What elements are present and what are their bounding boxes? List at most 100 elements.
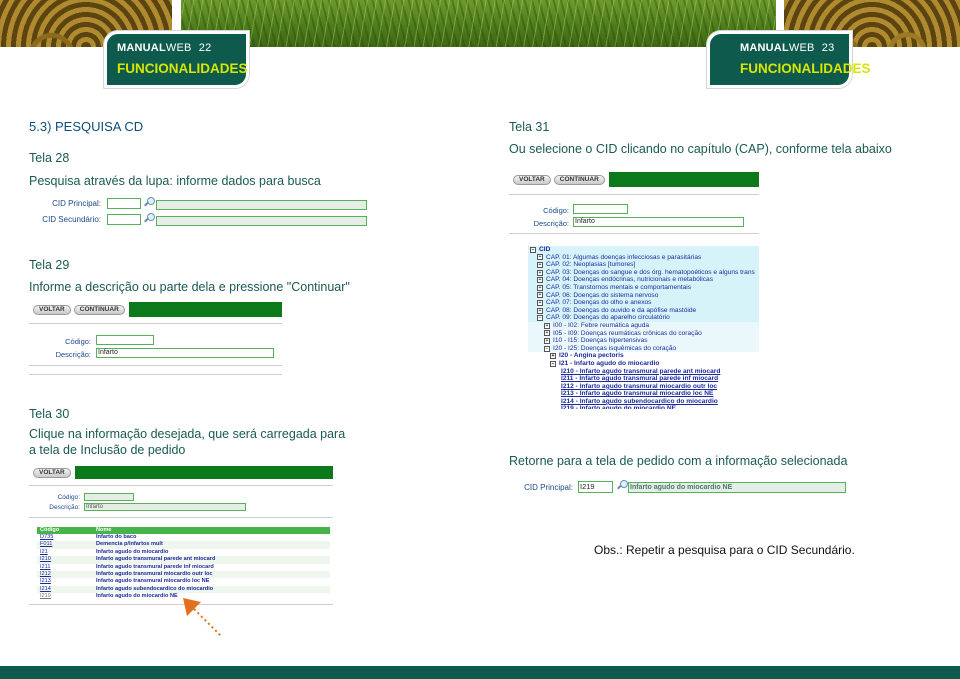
row-code[interactable]: I214 bbox=[37, 586, 96, 593]
expand-icon[interactable]: + bbox=[537, 261, 543, 268]
search-lupa-icon[interactable] bbox=[143, 213, 155, 225]
tree-node-label[interactable]: I00 - I02: Febre reumática aguda bbox=[553, 322, 649, 330]
tree-node-label[interactable]: CID bbox=[539, 246, 550, 254]
tree-node-label[interactable]: I213 - Infarto agudo transmural miocardi… bbox=[561, 390, 713, 398]
expand-icon[interactable]: + bbox=[537, 307, 543, 314]
voltar-button[interactable]: VOLTAR bbox=[513, 175, 551, 185]
expand-icon[interactable]: + bbox=[537, 292, 543, 299]
expand-icon[interactable]: + bbox=[537, 299, 543, 306]
tree-node-label[interactable]: CAP. 06: Doenças do sistema nervoso bbox=[546, 292, 658, 300]
search-lupa-icon[interactable] bbox=[143, 197, 155, 209]
tree-node-label[interactable]: I211 - Infarto agudo transmural parede i… bbox=[561, 375, 718, 383]
tree-node[interactable]: I219 - Infarto agudo do miocardio NE bbox=[528, 405, 759, 409]
tree-node[interactable]: − CID bbox=[528, 246, 759, 254]
tree-node[interactable]: + I20 - Angina pectoris bbox=[528, 352, 759, 360]
row-name[interactable]: Infarto agudo transmural parede ant mioc… bbox=[96, 556, 330, 563]
tree-node-label[interactable]: CAP. 03: Doenças do sangue e dos órg. he… bbox=[546, 269, 755, 277]
tree-node-label[interactable]: I21 - Infarto agudo do miocardio bbox=[559, 360, 659, 368]
tree-node-label[interactable]: CAP. 04: Doenças endócrinas, nutricionai… bbox=[546, 276, 713, 284]
collapse-icon[interactable]: − bbox=[544, 345, 550, 352]
tree-node[interactable]: − CAP. 09: Doenças do aparelho circulatór… bbox=[528, 314, 759, 322]
tree-node[interactable]: I214 - Infarto agudo subendocardico do m… bbox=[528, 397, 759, 406]
row-name[interactable]: Infarto agudo do miocardio bbox=[96, 549, 330, 556]
collapse-icon[interactable]: − bbox=[537, 315, 543, 322]
row-code[interactable]: I210 bbox=[37, 556, 96, 563]
expand-icon[interactable]: + bbox=[537, 254, 543, 261]
tree-node[interactable]: + I00 - I02: Febre reumática aguda bbox=[528, 321, 759, 330]
row-name[interactable]: Infarto do baco bbox=[96, 534, 330, 541]
tree-node-label[interactable]: CAP. 09: Doenças do aparelho circulatóri… bbox=[546, 314, 670, 322]
tree-node[interactable]: I210 - Infarto agudo transmural parede a… bbox=[528, 367, 759, 376]
expand-icon[interactable]: + bbox=[544, 337, 550, 344]
tree-node[interactable]: + CAP. 03: Doenças do sangue e dos órg. h… bbox=[528, 269, 759, 277]
voltar-button[interactable]: VOLTAR bbox=[33, 468, 71, 478]
descricao-input[interactable] bbox=[84, 503, 246, 511]
expand-icon[interactable]: + bbox=[537, 269, 543, 276]
row-code[interactable]: I21 bbox=[37, 549, 96, 556]
table-row[interactable]: I214 Infarto agudo subendocardico do mioc… bbox=[37, 585, 330, 594]
descricao-input[interactable] bbox=[96, 348, 274, 358]
expand-icon[interactable]: + bbox=[544, 330, 550, 337]
codigo-input[interactable] bbox=[573, 204, 628, 214]
tree-node-label[interactable]: CAP. 07: Doenças do olho e anexos bbox=[546, 299, 651, 307]
tree-node[interactable]: + I05 - I09: Doenças reumáticas crônicas … bbox=[528, 329, 759, 338]
cid-principal-desc-input[interactable] bbox=[156, 200, 367, 210]
collapse-icon[interactable]: − bbox=[550, 360, 556, 367]
tree-node[interactable]: + CAP. 05: Transtornos mentais e comporta… bbox=[528, 284, 759, 292]
row-code[interactable]: I219 bbox=[37, 593, 96, 600]
cid-principal-code-input[interactable] bbox=[107, 198, 141, 209]
tree-node[interactable]: + CAP. 06: Doenças do sistema nervoso bbox=[528, 292, 759, 300]
tree-node[interactable]: I212 - Infarto agudo transmural miocardi… bbox=[528, 382, 759, 391]
voltar-button[interactable]: VOLTAR bbox=[33, 305, 71, 315]
search-lupa-icon[interactable] bbox=[616, 480, 628, 492]
tree-node-label[interactable]: I20 - Angina pectoris bbox=[559, 352, 624, 360]
table-row[interactable]: I212 Infarto agudo transmural miocardio o… bbox=[37, 570, 330, 579]
tree-node-label[interactable]: I212 - Infarto agudo transmural miocardi… bbox=[561, 383, 717, 391]
cid-secundario-desc-input[interactable] bbox=[156, 216, 367, 226]
tree-node[interactable]: + CAP. 01: Algumas doenças infecciosas e … bbox=[528, 254, 759, 262]
tree-node-label[interactable]: CAP. 08: Doenças do ouvido e da apófise … bbox=[546, 307, 696, 315]
continuar-button[interactable]: CONTINUAR bbox=[553, 175, 605, 185]
tree-node[interactable]: + CAP. 02: Neoplasias [tumores] bbox=[528, 261, 759, 269]
tree-node[interactable]: + CAP. 08: Doenças do ouvido e da apófise… bbox=[528, 307, 759, 315]
table-row[interactable]: I213 Infarto agudo transmural miocardio l… bbox=[37, 578, 330, 585]
tree-node-label[interactable]: I05 - I09: Doenças reumáticas crônicas d… bbox=[553, 330, 702, 338]
collapse-icon[interactable]: − bbox=[530, 246, 536, 253]
continuar-button[interactable]: CONTINUAR bbox=[73, 305, 125, 315]
tree-node-label[interactable]: I10 - I15: Doenças hipertensivas bbox=[553, 337, 648, 345]
row-code[interactable]: I212 bbox=[37, 571, 96, 578]
row-name[interactable]: Infarto agudo transmural miocardio outr … bbox=[96, 571, 330, 578]
expand-icon[interactable]: + bbox=[537, 277, 543, 284]
tree-node-label[interactable]: I214 - Infarto agudo subendocardico do m… bbox=[561, 398, 718, 406]
table-row[interactable]: D735 Infarto do baco bbox=[37, 534, 330, 541]
tree-node-label[interactable]: CAP. 02: Neoplasias [tumores] bbox=[546, 261, 635, 269]
tree-node-label[interactable]: I219 - Infarto agudo do miocardio NE bbox=[561, 405, 676, 409]
tree-node-label[interactable]: I20 - I25: Doenças isquêmicas do coração bbox=[553, 345, 676, 353]
cid-tree[interactable]: − CID + CAP. 01: Algumas doenças infecciosa… bbox=[528, 246, 759, 409]
tree-node[interactable]: + I10 - I15: Doenças hipertensivas bbox=[528, 337, 759, 345]
tree-node[interactable]: + CAP. 04: Doenças endócrinas, nutriciona… bbox=[528, 276, 759, 284]
table-row[interactable]: F011 Demencia p/infartos mult bbox=[37, 541, 330, 549]
expand-icon[interactable]: + bbox=[550, 353, 556, 360]
tree-node-label[interactable]: CAP. 01: Algumas doenças infecciosas e p… bbox=[546, 254, 701, 262]
row-name[interactable]: Infarto agudo subendocardico do miocardi… bbox=[96, 586, 330, 593]
tree-node[interactable]: − I20 - I25: Doenças isquêmicas do coraçã… bbox=[528, 344, 759, 353]
expand-icon[interactable]: + bbox=[544, 322, 550, 329]
row-code[interactable]: D735 bbox=[37, 534, 96, 541]
row-name[interactable]: Infarto agudo transmural parede inf mioc… bbox=[96, 564, 330, 571]
tree-node[interactable]: + CAP. 07: Doenças do olho e anexos bbox=[528, 299, 759, 307]
tree-node-label[interactable]: CAP. 05: Transtornos mentais e comportam… bbox=[546, 284, 691, 292]
tree-node[interactable]: − I21 - Infarto agudo do miocardio bbox=[528, 359, 759, 368]
cid-secundario-code-input[interactable] bbox=[107, 214, 141, 225]
tree-node[interactable]: I213 - Infarto agudo transmural miocardi… bbox=[528, 390, 759, 398]
codigo-input[interactable] bbox=[84, 493, 134, 501]
table-row[interactable]: I211 Infarto agudo transmural parede inf … bbox=[37, 564, 330, 571]
descricao-input[interactable] bbox=[573, 217, 744, 227]
table-row[interactable]: I21 Infarto agudo do miocardio bbox=[37, 549, 330, 556]
tree-node-label[interactable]: I210 - Infarto agudo transmural parede a… bbox=[561, 368, 720, 376]
row-name[interactable]: Demencia p/infartos mult bbox=[96, 541, 330, 548]
row-code[interactable]: I213 bbox=[37, 578, 96, 585]
expand-icon[interactable]: + bbox=[537, 284, 543, 291]
codigo-input[interactable] bbox=[96, 335, 154, 345]
row-code[interactable]: I211 bbox=[37, 564, 96, 571]
